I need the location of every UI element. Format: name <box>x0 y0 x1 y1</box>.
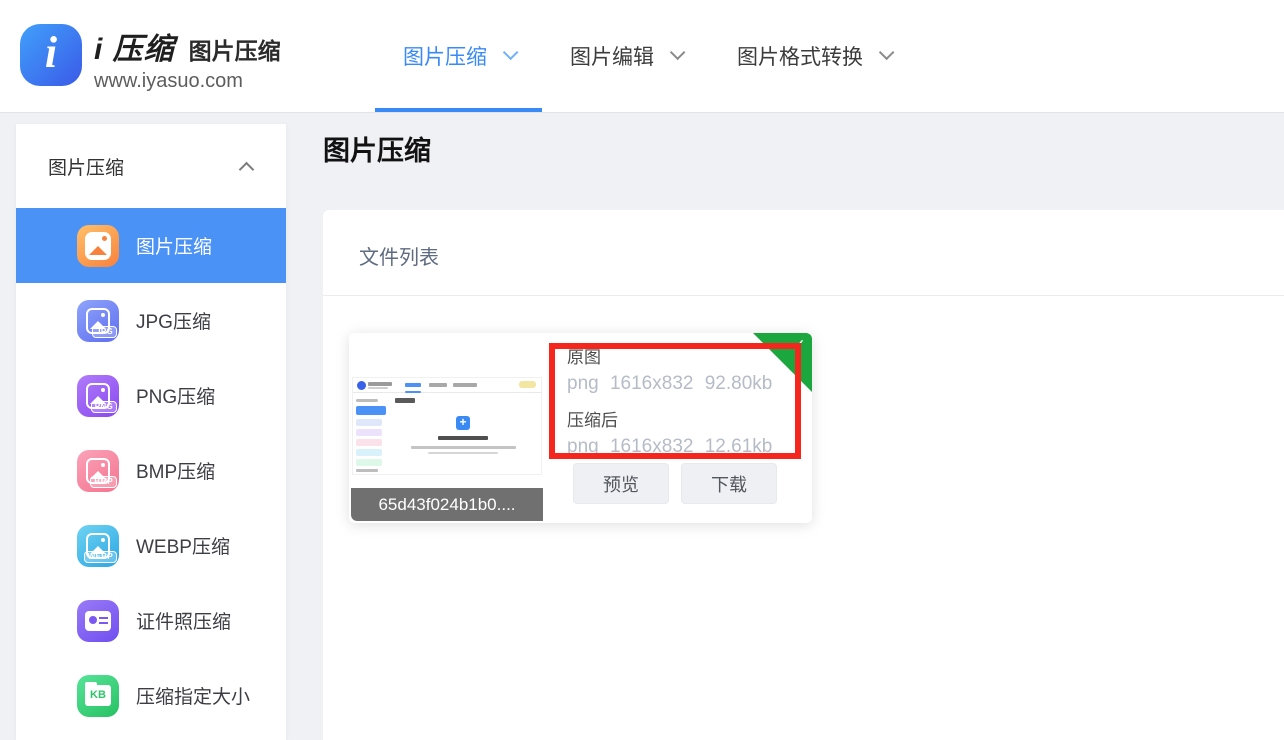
thumb-decor <box>368 387 388 389</box>
thumb-decor <box>438 436 488 440</box>
sidebar-item-label: 图片压缩 <box>136 232 212 259</box>
thumb-decor <box>356 419 382 426</box>
png-compress-icon: PNG <box>77 375 119 417</box>
brand-logo-icon: i <box>20 24 82 86</box>
sidebar-item-bmp-compress[interactable]: BMP BMP压缩 <box>16 433 286 508</box>
file-name-overlay: 65d43f024b1b0.... <box>351 488 543 521</box>
nav-tab-label: 图片编辑 <box>570 41 654 71</box>
thumb-decor <box>405 391 421 393</box>
logo-letter: i <box>45 31 57 75</box>
sidebar-item-jpg-compress[interactable]: JPG JPG压缩 <box>16 283 286 358</box>
thumb-decor <box>428 452 498 454</box>
sidebar-item-label: 压缩指定大小 <box>136 682 250 709</box>
sidebar-item-webp-compress[interactable]: WEBP WEBP压缩 <box>16 508 286 583</box>
thumb-decor <box>405 383 421 387</box>
image-compress-icon <box>77 225 119 267</box>
active-tab-underline <box>375 108 542 112</box>
brand-subtitle: 图片压缩 <box>189 32 281 66</box>
chevron-down-icon <box>503 44 519 60</box>
brand-name: i 压缩 <box>94 24 175 68</box>
thumb-decor <box>357 381 366 390</box>
thumb-decor <box>519 381 536 388</box>
nav-tab-label: 图片格式转换 <box>737 41 863 71</box>
thumb-decor <box>356 449 382 456</box>
original-info: png 1616x832 92.80kb <box>567 371 772 397</box>
nav-tab-label: 图片压缩 <box>403 41 487 71</box>
sidebar-item-label: JPG压缩 <box>136 307 211 334</box>
bmp-compress-icon: BMP <box>77 450 119 492</box>
sidebar-item-label: 证件照压缩 <box>136 607 231 634</box>
thumb-decor <box>353 378 541 393</box>
sidebar-item-target-size-compress[interactable]: KB 压缩指定大小 <box>16 658 286 733</box>
thumbnail-screenshot: + <box>352 377 542 475</box>
thumb-decor <box>356 429 382 436</box>
logo-text: i 压缩 图片压缩 www.iyasuo.com <box>94 24 281 93</box>
thumb-decor <box>429 383 447 387</box>
download-button[interactable]: 下载 <box>681 463 777 504</box>
sidebar-item-label: WEBP压缩 <box>136 532 230 559</box>
jpg-compress-icon: JPG <box>77 300 119 342</box>
thumb-decor <box>368 382 392 386</box>
top-header: i i 压缩 图片压缩 www.iyasuo.com 图片压缩 图片编辑 <box>0 0 1284 113</box>
sidebar-group-title: 图片压缩 <box>48 153 124 180</box>
chevron-up-icon <box>239 161 255 177</box>
id-photo-icon <box>77 600 119 642</box>
sidebar-item-image-compress[interactable]: 图片压缩 <box>16 208 286 283</box>
thumb-decor <box>411 446 516 449</box>
sidebar-item-png-compress[interactable]: PNG PNG压缩 <box>16 358 286 433</box>
sidebar-item-label: PNG压缩 <box>136 382 215 409</box>
file-thumbnail[interactable]: + 65d43f024b1b0.... <box>351 335 543 521</box>
thumb-decor <box>453 383 477 387</box>
nav-tab-image-compress[interactable]: 图片压缩 <box>375 0 542 112</box>
logo[interactable]: i i 压缩 图片压缩 www.iyasuo.com <box>20 24 281 93</box>
thumb-decor <box>356 469 378 472</box>
thumb-decor <box>356 459 382 466</box>
file-card: + 65d43f024b1b0.... 原图 png 1616x832 92.8… <box>349 333 812 523</box>
main-nav: 图片压缩 图片编辑 图片格式转换 <box>375 0 918 112</box>
compressed-label: 压缩后 <box>567 409 772 434</box>
file-name: 65d43f024b1b0.... <box>378 495 515 515</box>
chevron-down-icon <box>879 44 895 60</box>
app-window: i i 压缩 图片压缩 www.iyasuo.com 图片压缩 图片编辑 <box>0 0 1284 740</box>
preview-button[interactable]: 预览 <box>573 463 669 504</box>
page-title: 图片压缩 <box>323 129 431 168</box>
check-icon: ✓ <box>792 336 806 356</box>
nav-tab-image-edit[interactable]: 图片编辑 <box>542 0 709 112</box>
thumb-decor <box>356 406 386 415</box>
original-label: 原图 <box>567 346 772 371</box>
file-list-panel: 文件列表 <box>323 210 1284 740</box>
file-info: 原图 png 1616x832 92.80kb 压缩后 png 1616x832… <box>567 346 772 460</box>
file-actions: 预览 下载 <box>573 463 777 504</box>
webp-compress-icon: WEBP <box>77 525 119 567</box>
brand-url: www.iyasuo.com <box>94 70 281 93</box>
chevron-down-icon <box>670 44 686 60</box>
divider <box>323 295 1284 296</box>
thumb-decor <box>356 399 378 402</box>
thumb-decor <box>356 439 382 446</box>
sidebar-group-header[interactable]: 图片压缩 <box>16 124 286 208</box>
nav-tab-format-convert[interactable]: 图片格式转换 <box>709 0 918 112</box>
compressed-info: png 1616x832 12.61kb <box>567 434 772 460</box>
file-list-title: 文件列表 <box>359 241 439 270</box>
thumb-upload-plus-icon: + <box>456 416 470 430</box>
thumb-decor <box>395 398 415 403</box>
sidebar-item-label: BMP压缩 <box>136 457 215 484</box>
sidebar: 图片压缩 图片压缩 JPG JPG压缩 PNG PNG压缩 BMP BMP压缩 … <box>16 124 286 740</box>
kb-size-icon: KB <box>77 675 119 717</box>
sidebar-item-idphoto-compress[interactable]: 证件照压缩 <box>16 583 286 658</box>
